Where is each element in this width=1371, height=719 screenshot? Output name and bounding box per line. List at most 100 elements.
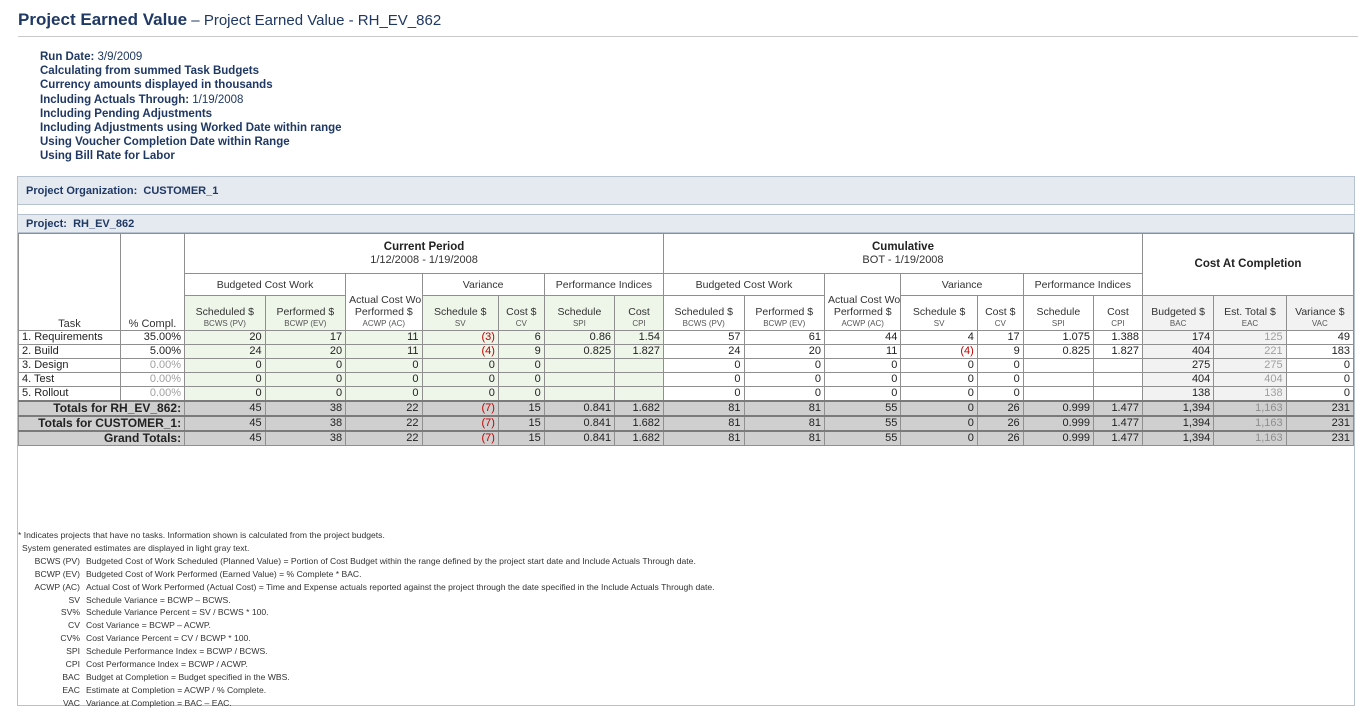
u-sv-cell: 0 <box>900 358 978 373</box>
cur-pi-header: Performance Indices <box>543 273 665 296</box>
page-subtitle: – Project Earned Value - RH_EV_862 <box>187 12 442 29</box>
c-spi-cell: 0.86 <box>543 330 616 345</box>
project-bar: Project: RH_EV_862 <box>18 214 1354 233</box>
cur-acwp-header: Actual Cost Work Performed $ ACWP (AC) <box>345 273 423 331</box>
definition-item: SV Schedule Variance = BCWP – BCWS. <box>18 594 1348 607</box>
cum-cv-col-header: Cost $ CV <box>976 295 1024 331</box>
cac-vac-col-header: Variance $ VAC <box>1285 295 1355 331</box>
eac-header-sub: EAC <box>1241 319 1259 328</box>
c-cv-total-cell: 15 <box>497 415 545 432</box>
u-bcws-total-cell: 81 <box>663 415 745 432</box>
actuals-through-value: 1/19/2008 <box>192 93 244 106</box>
c-cv-cell: 6 <box>497 330 545 345</box>
c-bcwp-total-cell: 38 <box>264 430 347 446</box>
c-spi-cell <box>543 372 616 387</box>
u-acwp-cell: 11 <box>823 344 902 359</box>
eac-cell: 138 <box>1213 386 1287 402</box>
cumulative-header: Cumulative BOT - 1/19/2008 <box>663 233 1143 274</box>
c-sv-cell: (3) <box>421 330 499 345</box>
eac-cell: 275 <box>1213 358 1287 373</box>
definition-text: Schedule Variance Percent = SV / BCWS * … <box>86 607 269 618</box>
task-cell: 3. Design <box>18 358 121 373</box>
totals-row: Totals for CUSTOMER_1: 45 38 22 (7) 15 0.841 1.… <box>17 415 1355 432</box>
param-line: Including Adjustments using Worked Date … <box>40 122 342 135</box>
c-cv-total-cell: 15 <box>497 400 545 417</box>
vac-cell: 183 <box>1285 344 1355 359</box>
u-cpi-total-cell: 1.477 <box>1092 430 1143 446</box>
cum-acwp-label: Performed $ <box>833 306 892 318</box>
cpi-header-sub: CPI <box>632 319 646 328</box>
definition-text: Schedule Variance = BCWP – BCWS. <box>86 594 231 605</box>
param-line: Calculating from summed Task Budgets <box>40 65 259 78</box>
bac-cell: 275 <box>1141 358 1215 373</box>
definition-text: Budgeted Cost of Work Scheduled (Planned… <box>86 555 696 566</box>
c-spi-total-cell: 0.841 <box>543 400 616 417</box>
u-cpi-total-cell: 1.477 <box>1092 415 1143 432</box>
c-cv-total-cell: 15 <box>497 430 545 446</box>
sched-header-sub: BCWS (PV) <box>682 319 725 328</box>
c-cpi-cell: 1.827 <box>614 344 664 359</box>
c-bcwp-cell: 0 <box>264 386 347 402</box>
vac-header-label: Variance $ <box>1295 306 1345 318</box>
u-bcws-cell: 57 <box>663 330 745 345</box>
definition-text: Cost Variance Percent = CV / BCWP * 100. <box>86 633 251 644</box>
c-cpi-cell <box>614 358 664 373</box>
cum-perf-col-header: Performed $ BCWP (EV) <box>743 295 825 331</box>
cac-header: Cost At Completion <box>1141 233 1355 296</box>
u-bcwp-cell: 20 <box>743 344 825 359</box>
u-cv-cell: 0 <box>976 386 1024 402</box>
definition-item: EAC Estimate at Completion = ACWP / % Com… <box>18 684 1348 697</box>
u-cv-total-cell: 26 <box>976 430 1024 446</box>
notes-section: * Indicates projects that have no tasks.… <box>18 529 1348 710</box>
definition-item: CV Cost Variance = BCWP – ACWP. <box>18 619 1348 632</box>
earned-value-table: Task % Compl. Current Period 1/12/2008 - … <box>17 233 1355 446</box>
totals-label: Totals for RH_EV_862: <box>17 400 186 417</box>
cv-header-label: Cost $ <box>985 306 1016 318</box>
c-bcwp-total-cell: 38 <box>264 400 347 417</box>
table-body: 1. Requirements 35.00% 20 17 11 (3) 6 0.86 1.54 5… <box>17 330 1355 446</box>
u-cpi-cell: 1.827 <box>1092 344 1143 359</box>
spi-header-label: Schedule <box>1036 306 1081 318</box>
pct-header-label: % Compl. <box>128 318 177 330</box>
c-cv-cell: 0 <box>497 372 545 387</box>
report-body: Project Organization: CUSTOMER_1 Project… <box>17 176 1355 708</box>
c-spi-cell: 0.825 <box>543 344 616 359</box>
task-cell: 4. Test <box>18 372 121 387</box>
eac-cell: 404 <box>1213 372 1287 387</box>
definition-abbr: EAC <box>62 684 80 695</box>
org-bar: Project Organization: CUSTOMER_1 <box>18 177 1354 205</box>
task-header-label: Task <box>58 318 81 330</box>
vac-cell: 0 <box>1285 358 1355 373</box>
definition-abbr: CV% <box>60 633 80 644</box>
u-cpi-total-cell: 1.477 <box>1092 400 1143 417</box>
perf-header-sub: BCWP (EV) <box>284 319 327 328</box>
definition-text: Actual Cost of Work Performed (Actual Co… <box>86 581 715 592</box>
sv-header-label: Schedule $ <box>912 306 966 318</box>
definition-text: Schedule Performance Index = BCWP / BCWS… <box>86 646 268 657</box>
cur-sv-col-header: Schedule $ SV <box>421 295 499 331</box>
definition-text: Budgeted Cost of Work Performed (Earned … <box>86 568 362 579</box>
definition-abbr: SV <box>68 594 80 605</box>
cac-eac-col-header: Est. Total $ EAC <box>1213 295 1287 331</box>
definition-item: SV% Schedule Variance Percent = SV / BCWS… <box>18 606 1348 619</box>
definition-text: Budget at Completion = Budget specified … <box>86 671 290 682</box>
cpi-header-sub: CPI <box>1111 319 1125 328</box>
page-title: Project Earned Value <box>18 10 188 29</box>
org-value: CUSTOMER_1 <box>143 185 219 197</box>
u-sv-total-cell: 0 <box>900 400 978 417</box>
task-cell: 2. Build <box>18 344 121 359</box>
u-bcws-total-cell: 81 <box>663 430 745 446</box>
c-bcws-cell: 0 <box>184 372 266 387</box>
c-acwp-total-cell: 22 <box>345 415 423 432</box>
param-line: Using Voucher Completion Date within Ran… <box>40 136 290 149</box>
u-spi-cell <box>1022 358 1094 373</box>
definition-abbr: VAC <box>62 697 80 708</box>
u-spi-total-cell: 0.999 <box>1022 400 1094 417</box>
note-line: System generated estimates are displayed… <box>22 542 250 553</box>
bac-cell: 174 <box>1141 330 1215 345</box>
u-acwp-total-cell: 55 <box>823 400 902 417</box>
c-acwp-total-cell: 22 <box>345 430 423 446</box>
cur-acwp-sub: ACWP (AC) <box>362 319 406 328</box>
u-bcws-cell: 24 <box>663 344 745 359</box>
definition-item: BAC Budget at Completion = Budget specifi… <box>18 671 1348 684</box>
